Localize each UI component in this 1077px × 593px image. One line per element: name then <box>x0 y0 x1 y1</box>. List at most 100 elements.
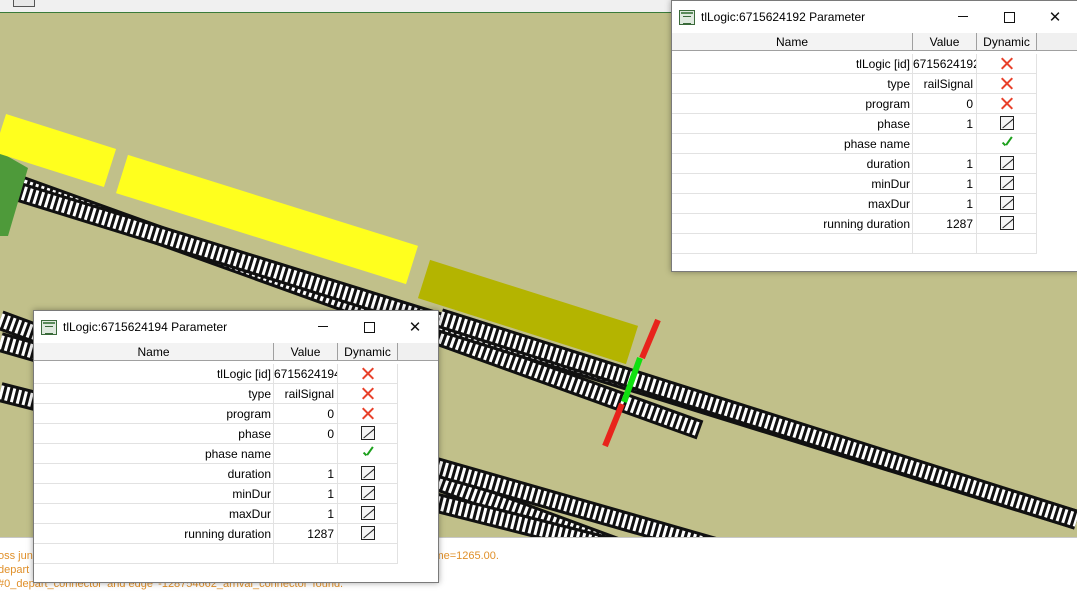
chart-icon[interactable] <box>999 216 1014 230</box>
parameter-name: phase <box>672 114 913 134</box>
parameter-name: phase name <box>34 444 274 464</box>
parameter-dynamic <box>977 54 1037 74</box>
column-header-filler <box>398 343 438 361</box>
table-row[interactable]: phase name <box>34 444 398 464</box>
maximize-icon <box>364 322 375 333</box>
window-titlebar[interactable]: tlLogic:6715624194 Parameter ✕ <box>34 311 438 343</box>
parameter-name: tlLogic [id] <box>34 364 274 384</box>
chart-icon[interactable] <box>999 196 1014 210</box>
parameter-value: 6715624194 <box>274 364 338 384</box>
chart-icon[interactable] <box>360 466 375 480</box>
parameter-name <box>34 544 274 564</box>
window-app-icon <box>41 320 57 335</box>
table-row[interactable]: minDur 1 <box>34 484 398 504</box>
table-row[interactable]: phase name <box>672 134 1037 154</box>
minimize-button[interactable] <box>940 1 986 33</box>
table-row[interactable]: maxDur 1 <box>672 194 1037 214</box>
signal-segment-red <box>639 318 661 360</box>
no-icon <box>1000 77 1013 90</box>
parameter-name: program <box>34 404 274 424</box>
parameter-dynamic <box>977 94 1037 114</box>
parameter-name: maxDur <box>672 194 913 214</box>
window-titlebar[interactable]: tlLogic:6715624192 Parameter ✕ <box>672 1 1077 33</box>
no-icon <box>1000 97 1013 110</box>
parameter-dynamic <box>338 524 398 544</box>
parameter-value: railSignal <box>274 384 338 404</box>
table-row[interactable]: phase 1 <box>672 114 1037 134</box>
maximize-icon <box>1004 12 1015 23</box>
parameter-dynamic <box>977 194 1037 214</box>
maximize-button[interactable] <box>346 311 392 343</box>
minimize-icon <box>958 16 968 17</box>
table-row[interactable] <box>672 234 1037 254</box>
parameter-value: 1 <box>274 484 338 504</box>
toolbar-button-icon[interactable] <box>13 0 35 7</box>
chart-icon[interactable] <box>999 176 1014 190</box>
column-header-dynamic[interactable]: Dynamic <box>338 343 398 361</box>
parameter-value: 1 <box>913 194 977 214</box>
check-icon <box>1000 137 1014 150</box>
table-row[interactable]: duration 1 <box>672 154 1037 174</box>
table-row[interactable]: type railSignal <box>672 74 1037 94</box>
signal-segment-red <box>602 402 625 448</box>
chart-icon[interactable] <box>999 156 1014 170</box>
column-header-dynamic[interactable]: Dynamic <box>977 33 1037 51</box>
table-row[interactable]: program 0 <box>34 404 398 424</box>
chart-icon[interactable] <box>360 506 375 520</box>
column-header-value[interactable]: Value <box>274 343 338 361</box>
parameter-value: 1 <box>274 504 338 524</box>
chart-icon[interactable] <box>360 526 375 540</box>
close-button[interactable]: ✕ <box>1032 1 1077 33</box>
parameter-value: 1287 <box>913 214 977 234</box>
chart-icon[interactable] <box>360 486 375 500</box>
table-row[interactable]: type railSignal <box>34 384 398 404</box>
close-button[interactable]: ✕ <box>392 311 438 343</box>
column-header-name[interactable]: Name <box>672 33 913 51</box>
table-row[interactable]: minDur 1 <box>672 174 1037 194</box>
parameter-dynamic <box>977 174 1037 194</box>
table-row[interactable]: tlLogic [id] 6715624192 <box>672 54 1037 74</box>
parameter-name: maxDur <box>34 504 274 524</box>
column-header-name[interactable]: Name <box>34 343 274 361</box>
chart-icon[interactable] <box>360 426 375 440</box>
close-icon: ✕ <box>408 318 422 336</box>
parameter-window: tlLogic:6715624192 Parameter ✕ Name Valu… <box>671 0 1077 272</box>
chart-icon[interactable] <box>999 116 1014 130</box>
table-row[interactable]: running duration 1287 <box>34 524 398 544</box>
table-row[interactable]: program 0 <box>672 94 1037 114</box>
parameter-name: program <box>672 94 913 114</box>
table-row[interactable]: duration 1 <box>34 464 398 484</box>
parameter-value <box>274 444 338 464</box>
maximize-button[interactable] <box>986 1 1032 33</box>
window-app-icon <box>679 10 695 25</box>
parameter-name: running duration <box>672 214 913 234</box>
parameter-name: phase <box>34 424 274 444</box>
parameter-name <box>672 234 913 254</box>
parameter-name: minDur <box>34 484 274 504</box>
parameter-name: tlLogic [id] <box>672 54 913 74</box>
parameter-value: railSignal <box>913 74 977 94</box>
parameter-dynamic <box>977 74 1037 94</box>
minimize-icon <box>318 326 328 327</box>
parameter-value <box>274 544 338 564</box>
parameter-value: 0 <box>913 94 977 114</box>
parameter-value: 1 <box>913 174 977 194</box>
column-header-value[interactable]: Value <box>913 33 977 51</box>
parameter-dynamic <box>338 504 398 524</box>
no-icon <box>361 387 374 400</box>
table-row[interactable]: running duration 1287 <box>672 214 1037 234</box>
parameter-name: running duration <box>34 524 274 544</box>
parameter-name: minDur <box>672 174 913 194</box>
parameter-dynamic <box>338 444 398 464</box>
check-icon <box>361 447 375 460</box>
no-icon <box>361 407 374 420</box>
table-row[interactable]: phase 0 <box>34 424 398 444</box>
parameter-dynamic <box>977 234 1037 254</box>
parameter-dynamic <box>338 364 398 384</box>
table-row[interactable] <box>34 544 398 564</box>
table-row[interactable]: tlLogic [id] 6715624194 <box>34 364 398 384</box>
parameter-dynamic <box>338 384 398 404</box>
table-row[interactable]: maxDur 1 <box>34 504 398 524</box>
minimize-button[interactable] <box>300 311 346 343</box>
parameter-window: tlLogic:6715624194 Parameter ✕ Name Valu… <box>33 310 439 583</box>
